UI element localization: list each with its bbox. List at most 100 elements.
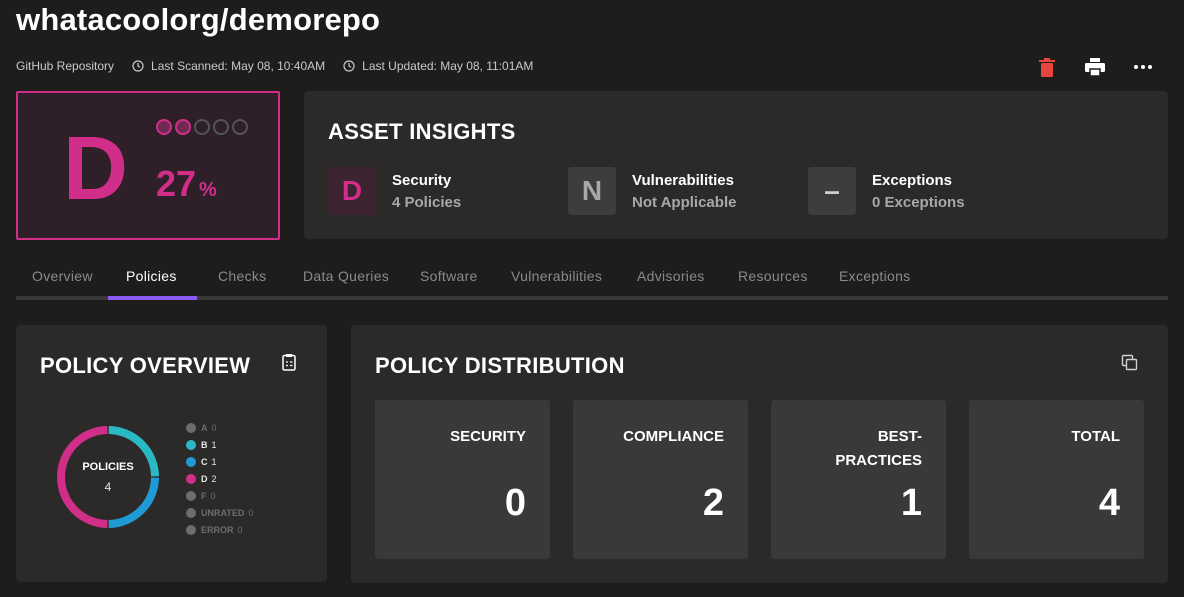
tab-overview[interactable]: Overview <box>32 268 93 284</box>
legend-item: UNRATED 0 <box>186 504 253 521</box>
insight-vulnerabilities[interactable]: N Vulnerabilities Not Applicable <box>568 167 736 215</box>
legend-swatch <box>186 439 196 450</box>
legend-swatch <box>186 490 196 501</box>
dist-label-line2: PRACTICES <box>835 452 922 469</box>
legend-count: 1 <box>211 456 217 467</box>
insight-badge: – <box>808 167 856 215</box>
legend-swatch <box>186 524 196 535</box>
legend-count: 0 <box>248 507 254 518</box>
dist-value: 0 <box>504 482 526 524</box>
legend-item: F0 <box>186 487 253 504</box>
score-dot-empty <box>194 119 210 135</box>
score-value: 27 <box>156 163 197 204</box>
dist-card-security[interactable]: SECURITY 0 <box>375 400 550 559</box>
tab-software[interactable]: Software <box>420 268 478 284</box>
legend-count: 1 <box>211 439 217 450</box>
asset-meta: GitHub Repository Last Scanned: May 08, … <box>16 59 551 73</box>
trash-icon <box>1039 57 1055 77</box>
legend-item: C1 <box>186 453 253 470</box>
insight-security[interactable]: D Security 4 Policies <box>328 167 461 215</box>
legend-count: 2 <box>211 473 217 484</box>
score-card: D 27% <box>16 91 280 240</box>
donut-center-label: POLICIES <box>82 461 134 473</box>
score-percent: 27% <box>156 163 217 205</box>
asset-type: GitHub Repository <box>16 59 115 73</box>
legend-swatch <box>186 473 196 484</box>
dist-card-best-practices[interactable]: BEST- PRACTICES 1 <box>771 400 946 559</box>
legend-swatch <box>186 422 196 433</box>
score-dots <box>156 119 251 135</box>
score-unit: % <box>199 179 217 201</box>
clock-icon <box>132 60 144 72</box>
last-scanned: Last Scanned: May 08, 10:40AM <box>132 59 325 73</box>
donut-slice-d <box>57 426 108 528</box>
insights-title: ASSET INSIGHTS <box>328 119 516 144</box>
score-dot-empty <box>213 119 229 135</box>
dist-card-compliance[interactable]: COMPLIANCE 2 <box>573 400 748 559</box>
insight-value: Not Applicable <box>632 193 737 211</box>
legend-item: A0 <box>186 419 253 436</box>
dist-value: 1 <box>900 482 922 524</box>
tab-advisories[interactable]: Advisories <box>637 268 705 284</box>
legend-grade: UNRATED <box>201 507 245 518</box>
legend-grade: C <box>201 456 208 467</box>
insight-badge: D <box>328 167 376 215</box>
policy-donut-chart <box>57 426 159 528</box>
header-actions <box>1010 56 1154 78</box>
legend-grade: A <box>201 422 208 433</box>
score-dot-empty <box>232 119 248 135</box>
tab-exceptions[interactable]: Exceptions <box>839 268 910 284</box>
dist-value: 2 <box>702 482 724 524</box>
print-icon <box>1085 58 1105 76</box>
tab-policies[interactable]: Policies <box>126 268 177 284</box>
insight-badge: N <box>568 167 616 215</box>
insight-label: Vulnerabilities <box>632 171 734 189</box>
score-dot-filled <box>156 119 172 135</box>
active-tab-indicator <box>108 296 197 300</box>
insight-value: 0 Exceptions <box>872 193 965 211</box>
grade-letter: D <box>63 119 128 219</box>
tab-bar: Overview Policies Checks Data Queries So… <box>16 258 1168 300</box>
policy-distribution-title: POLICY DISTRIBUTION <box>375 353 625 378</box>
clock-icon <box>343 60 355 72</box>
page-title: whatacoolorg/demorepo <box>16 2 381 37</box>
insight-label: Exceptions <box>872 171 953 189</box>
legend-item: D2 <box>186 470 253 487</box>
more-icon <box>1134 65 1152 69</box>
dist-card-total[interactable]: TOTAL 4 <box>969 400 1144 559</box>
legend-swatch <box>186 456 196 467</box>
legend-grade: D <box>201 473 208 484</box>
dist-label: TOTAL <box>1071 428 1120 445</box>
tab-vulnerabilities[interactable]: Vulnerabilities <box>511 268 602 284</box>
legend-item: ERROR 0 <box>186 521 253 538</box>
last-updated-text: Last Updated: May 08, 11:01AM <box>362 59 534 73</box>
copy-icon[interactable] <box>1121 354 1139 372</box>
delete-button[interactable] <box>1036 56 1058 78</box>
policy-overview-panel: POLICY OVERVIEW POLICIES 4 A 0 B 1 C 1 D 2 F 0 UNR… <box>16 325 327 582</box>
insight-value: 4 Policies <box>392 193 462 211</box>
legend-grade: F <box>201 490 207 501</box>
tab-resources[interactable]: Resources <box>738 268 808 284</box>
score-dot-filled <box>175 119 191 135</box>
legend-grade: ERROR <box>201 524 234 535</box>
legend-grade: B <box>201 439 208 450</box>
legend-count: 0 <box>211 422 217 433</box>
print-button[interactable] <box>1084 56 1106 78</box>
dist-label: COMPLIANCE <box>623 428 724 445</box>
grade-legend: A 0 B 1 C 1 D 2 F 0 UNRATED 0 ERROR 0 <box>186 419 253 538</box>
tab-checks[interactable]: Checks <box>218 268 266 284</box>
last-updated: Last Updated: May 08, 11:01AM <box>343 59 533 73</box>
asset-insights-panel: ASSET INSIGHTS D Security 4 Policies N Vu… <box>304 91 1168 239</box>
legend-swatch <box>186 507 196 518</box>
legend-count: 0 <box>210 490 216 501</box>
policy-overview-title: POLICY OVERVIEW <box>40 353 251 378</box>
legend-item: B1 <box>186 436 253 453</box>
clipboard-icon[interactable] <box>280 353 298 371</box>
dist-label: SECURITY <box>450 428 526 445</box>
tab-data-queries[interactable]: Data Queries <box>303 268 389 284</box>
dist-label: BEST- <box>877 428 922 445</box>
more-button[interactable] <box>1132 56 1154 78</box>
dist-value: 4 <box>1098 482 1120 524</box>
insight-exceptions[interactable]: – Exceptions 0 Exceptions <box>808 167 965 215</box>
donut-center-count: 4 <box>104 480 112 494</box>
